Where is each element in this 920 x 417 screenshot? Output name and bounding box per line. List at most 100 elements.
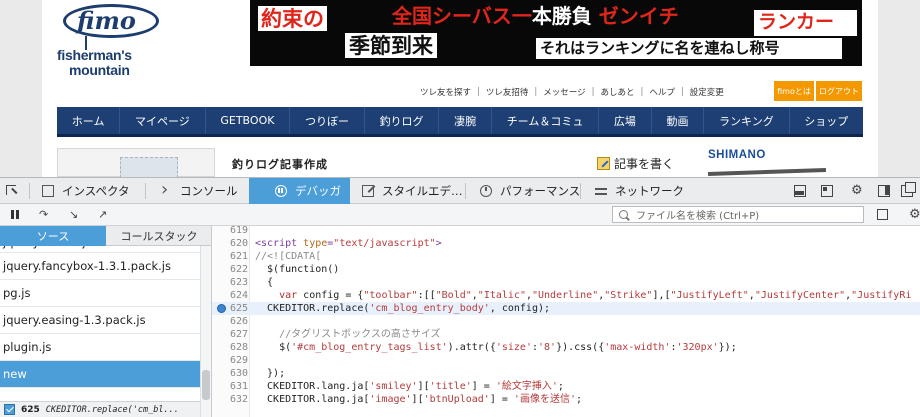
step-in-icon[interactable]: ↘ (69, 209, 81, 220)
debugger-icon (275, 185, 287, 197)
line-number[interactable]: 624 (212, 289, 248, 302)
breakpoint-line-number: 625 (21, 404, 40, 415)
devtools-tab-bar: インスペクタ コンソール デバッガ スタイルエデ… パフォーマンス ネットワーク… (0, 177, 920, 204)
code-line[interactable]: 619 (212, 226, 920, 237)
code-line[interactable]: 629 (212, 354, 920, 367)
tab-call-stack[interactable]: コールスタック (106, 226, 211, 246)
code-line[interactable]: 631 CKEDITOR.lang.ja['smiley']['title'] … (212, 380, 920, 393)
breakpoint-entry[interactable]: 625 CKEDITOR.replace('cm_bl... (0, 401, 200, 417)
code-line[interactable]: 632 CKEDITOR.lang.ja['image']['btnUpload… (212, 393, 920, 406)
logo-line-1: fisherman's (57, 47, 132, 63)
nav-tsuribo[interactable]: つりぼー (290, 107, 365, 134)
sponsor-logo[interactable]: SHIMANO (708, 149, 766, 161)
link-messages[interactable]: メッセージ (537, 86, 591, 98)
code-line[interactable]: 624 var config = {"toolbar":[["Bold","It… (212, 289, 920, 302)
nav-video[interactable]: 動画 (652, 107, 705, 134)
toggle-panes-icon[interactable] (877, 209, 888, 220)
line-number[interactable]: 625 (212, 302, 248, 315)
tab-performance[interactable]: パフォーマンス (465, 178, 581, 204)
nav-plaza[interactable]: 広場 (599, 107, 652, 134)
link-footprints[interactable]: あしあと (595, 86, 641, 98)
inspector-icon (42, 185, 54, 197)
banner-promise: 約束の (258, 6, 327, 31)
code-text: $(function() (255, 264, 340, 275)
nav-shop[interactable]: ショップ (790, 107, 864, 134)
nav-ranking[interactable]: ランキング (704, 107, 790, 134)
tab-console[interactable]: コンソール (145, 178, 249, 204)
about-fimo-button[interactable]: fimoとは (774, 81, 814, 101)
code-text: CKEDITOR.lang.ja['image']['btnUpload'] =… (255, 394, 582, 405)
site-logo[interactable]: fimo fisherman's mountain (55, 2, 170, 78)
file-item[interactable]: jquery.easing-1.3.pack.js (0, 307, 200, 334)
code-line[interactable]: 630 }); (212, 367, 920, 380)
link-settings[interactable]: 設定変更 (684, 86, 730, 98)
step-out-icon[interactable]: ↗ (98, 209, 110, 220)
dock-side-icon[interactable] (878, 185, 890, 197)
line-number[interactable]: 631 (212, 380, 248, 393)
breakpoint-checkbox[interactable] (4, 404, 15, 415)
nav-home[interactable]: ホーム (57, 107, 121, 134)
split-console-icon[interactable] (821, 185, 833, 197)
nav-fishing-log[interactable]: 釣りログ (365, 107, 440, 134)
logo-line-2: mountain (69, 62, 130, 78)
code-line[interactable]: 622 $(function() (212, 263, 920, 276)
line-number[interactable]: 619 (212, 226, 248, 237)
code-line[interactable]: 626 (212, 315, 920, 328)
code-text: <script type="text/javascript"> (255, 238, 442, 249)
write-article-link[interactable]: 記事を書く (597, 155, 674, 172)
logout-button[interactable]: ログアウト (816, 81, 862, 101)
code-line[interactable]: 623 { (212, 276, 920, 289)
line-number[interactable]: 630 (212, 367, 248, 380)
line-number[interactable]: 632 (212, 393, 248, 406)
line-number[interactable]: 626 (212, 315, 248, 328)
step-over-icon[interactable]: ↷ (39, 209, 51, 220)
settings-gear-icon[interactable]: ⚙ (851, 184, 863, 197)
line-number[interactable]: 620 (212, 237, 248, 250)
link-help[interactable]: ヘルプ (643, 86, 681, 98)
file-item[interactable]: pg.js (0, 280, 200, 307)
scrollbar-thumb[interactable] (202, 370, 210, 400)
line-number[interactable]: 623 (212, 276, 248, 289)
tab-style-editor[interactable]: スタイルエデ… (350, 178, 466, 204)
code-line[interactable]: 627 //タグリストボックスの高さサイズ (212, 328, 920, 341)
dock-bottom-icon[interactable] (794, 185, 806, 197)
debugger-options-gear-icon[interactable]: ⚙ (909, 208, 920, 221)
network-icon (595, 185, 607, 197)
line-number[interactable]: 628 (212, 341, 248, 354)
line-number[interactable]: 621 (212, 250, 248, 263)
link-invite[interactable]: ツレ友招待 (480, 86, 535, 98)
fishing-rod-image (707, 167, 827, 177)
code-editor[interactable]: 619 620 <script type="text/javascript"> 621… (212, 226, 920, 417)
pause-icon[interactable] (10, 209, 22, 220)
element-picker-icon[interactable] (5, 184, 21, 198)
file-search-input[interactable]: ファイル名を検索 (Ctrl+P) (612, 206, 864, 223)
tab-sources[interactable]: ソース (0, 226, 106, 246)
profile-thumbnail[interactable] (57, 148, 215, 178)
code-text: $('#cm_blog_entry_tags_list').attr({'siz… (255, 342, 737, 353)
nav-team-community[interactable]: チーム＆コミュ (492, 107, 600, 134)
nav-experts[interactable]: 凄腕 (439, 107, 492, 134)
tab-network[interactable]: ネットワーク (580, 178, 693, 204)
line-number[interactable]: 622 (212, 263, 248, 276)
file-list-scrollbar[interactable] (200, 246, 211, 417)
separate-window-icon[interactable] (901, 182, 916, 197)
code-line-current[interactable]: 625 CKEDITOR.replace('cm_blog_entry_body… (212, 302, 920, 315)
link-find-friends[interactable]: ツレ友を探す (414, 86, 477, 98)
code-line[interactable]: 628 $('#cm_blog_entry_tags_list').attr({… (212, 341, 920, 354)
code-line[interactable]: 621 //<![CDATA[ (212, 250, 920, 263)
code-text: //<![CDATA[ (255, 251, 322, 262)
promo-banner[interactable]: 約束の 全国シーバス一本勝負 ゼンイチ ランカー 季節到来 それはランキングに名… (250, 0, 862, 66)
line-number[interactable]: 629 (212, 354, 248, 367)
code-line[interactable]: 620 <script type="text/javascript"> (212, 237, 920, 250)
code-text: var config = {"toolbar":[["Bold","Italic… (279, 290, 912, 301)
nav-mypage[interactable]: マイページ (120, 107, 206, 134)
file-item-selected[interactable]: new (0, 361, 200, 388)
file-item[interactable]: plugin.js (0, 334, 200, 361)
line-number[interactable]: 627 (212, 328, 248, 341)
nav-getbook[interactable]: GETBOOK (206, 107, 291, 134)
tab-debugger[interactable]: デバッガ (249, 178, 350, 204)
tab-inspector[interactable]: インスペクタ (29, 178, 146, 204)
file-item[interactable]: jquery.fancybox-1.3.1.pack.js (0, 253, 200, 280)
file-search-placeholder: ファイル名を検索 (Ctrl+P) (636, 211, 760, 222)
code-text: //タグリストボックスの高さサイズ (255, 329, 441, 340)
